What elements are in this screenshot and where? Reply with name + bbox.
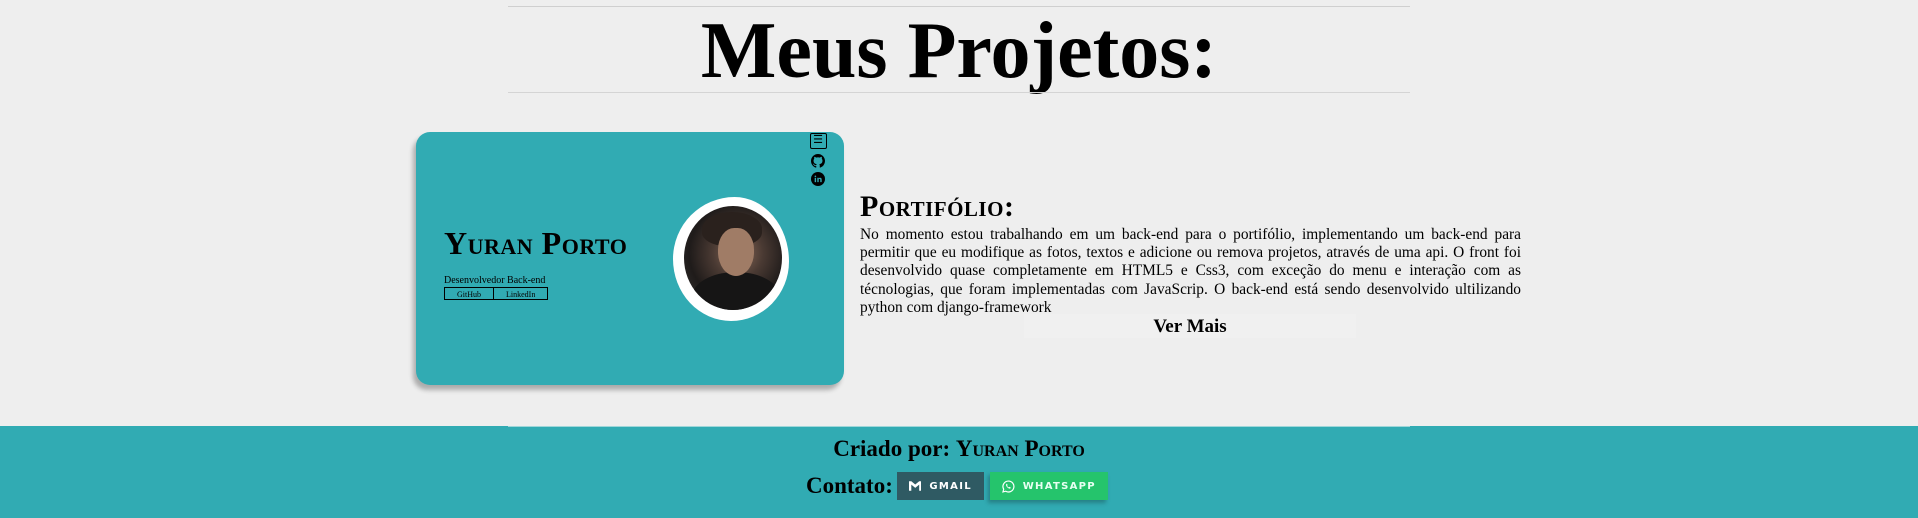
menu-icon[interactable]: ☰ [809,133,827,149]
contact-label: Contato: [806,473,893,498]
credit-prefix: Criado por: [833,436,951,461]
footer-credit: Criado por: Yuran Porto [0,436,1918,462]
ver-mais-button[interactable]: Ver Mais [1024,314,1356,338]
github-link[interactable]: GitHub [444,287,494,300]
whatsapp-button[interactable]: WHATSAPP [989,472,1108,500]
card-role: Desenvolvedor Back-end [444,275,546,286]
card-name: Yuran Porto [444,225,628,261]
card-icon-bar: ☰ [809,132,827,186]
card-links: GitHub LinkedIn [444,287,549,300]
gmail-icon [908,481,922,491]
title-divider [508,92,1410,93]
contact-row: Contato: GMAIL WHATSAPP [806,472,1108,500]
credit-name: Yuran Porto [955,436,1085,461]
whatsapp-icon [1002,479,1015,493]
linkedin-icon[interactable] [811,172,825,186]
profile-photo-image [684,206,782,310]
profile-photo [673,197,789,321]
linkedin-link[interactable]: LinkedIn [494,287,549,300]
page-title: Meus Projetos: [700,7,1218,95]
footer: Criado por: Yuran Porto Contato: GMAIL W… [0,426,1918,518]
project-title: Portifólio: [860,190,1015,223]
github-icon[interactable] [811,154,825,168]
footer-divider [508,426,1410,427]
project-description: No momento estou trabalhando em um back-… [860,226,1521,316]
gmail-button[interactable]: GMAIL [896,472,984,500]
whatsapp-label: WHATSAPP [1022,480,1096,492]
project-card: ☰ Yuran Porto Desenvolvedor Back-end Git… [416,132,844,385]
gmail-label: GMAIL [929,480,972,492]
